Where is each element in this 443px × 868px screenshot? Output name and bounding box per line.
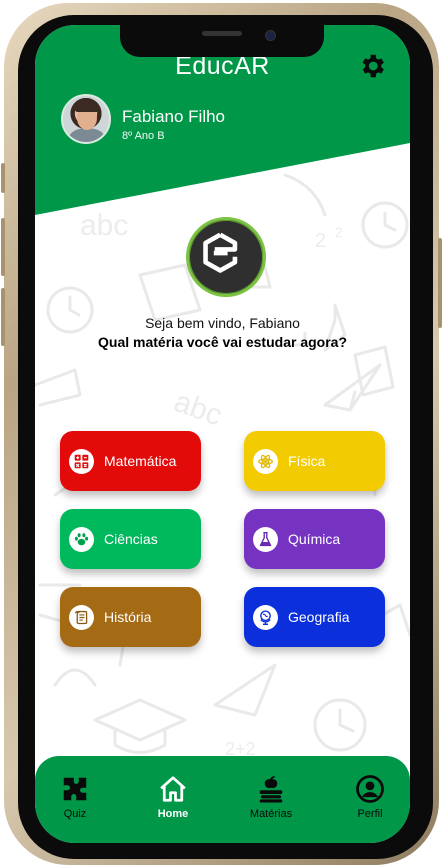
subject-button-geografia[interactable]: Geografia [244, 587, 385, 647]
app-logo [186, 217, 266, 297]
scroll-icon [69, 604, 94, 630]
notch [120, 25, 324, 57]
avatar-hair [75, 101, 99, 112]
svg-text:2: 2 [335, 224, 343, 240]
svg-text:abc: abc [170, 385, 227, 433]
nav-label: Matérias [249, 808, 293, 820]
volume-up-button [1, 218, 5, 276]
svg-text:2: 2 [315, 230, 326, 252]
subject-label: Geografia [288, 609, 350, 625]
nav-label: Perfil [357, 808, 383, 820]
subject-label: Ciências [104, 531, 158, 547]
books-icon [259, 776, 283, 803]
subject-label: Física [288, 453, 326, 469]
flask-icon [253, 526, 278, 552]
nav-label: Quiz [63, 808, 87, 820]
mute-switch [1, 163, 5, 193]
subject-button-matematica[interactable]: Matemática [60, 431, 201, 491]
subject-label: Química [288, 531, 341, 547]
app-screen: abc abc 2 2 2+2 EducAR Fabiano Filho 8º … [35, 25, 410, 843]
subject-button-quimica[interactable]: Química [244, 509, 385, 569]
home-icon [160, 776, 186, 802]
atom-icon [253, 448, 278, 474]
gear-icon [362, 54, 384, 78]
avatar[interactable] [61, 94, 111, 144]
logo-e-icon [203, 232, 238, 273]
profile-icon [356, 775, 384, 803]
avatar-shirt [69, 128, 105, 142]
subject-label: História [104, 609, 152, 625]
volume-down-button [1, 288, 5, 346]
nav-item-home[interactable]: Home [133, 774, 213, 820]
speaker-grill [202, 31, 242, 36]
user-name: Fabiano Filho [122, 107, 226, 126]
nav-label: Home [157, 808, 189, 820]
user-class: 8º Ano B [122, 130, 165, 142]
bottom-navigation: Quiz Home Matérias Perfil [35, 756, 410, 843]
subject-button-ciencias[interactable]: Ciências [60, 509, 201, 569]
subject-button-historia[interactable]: História [60, 587, 201, 647]
power-button [438, 238, 442, 328]
nav-item-perfil[interactable]: Perfil [330, 774, 410, 820]
settings-button[interactable] [357, 51, 387, 81]
svg-text:abc: abc [80, 209, 128, 242]
nav-item-quiz[interactable]: Quiz [35, 774, 115, 820]
subject-button-fisica[interactable]: Física [244, 431, 385, 491]
welcome-text: Seja bem vindo, Fabiano [145, 315, 300, 331]
puzzle-icon [63, 777, 87, 801]
subject-question: Qual matéria você vai estudar agora? [98, 334, 347, 350]
paw-icon [69, 526, 94, 552]
subject-label: Matemática [104, 453, 177, 469]
nav-item-materias[interactable]: Matérias [231, 774, 311, 820]
globe-icon [253, 604, 278, 630]
front-camera [265, 30, 276, 41]
math-icon [69, 448, 94, 474]
